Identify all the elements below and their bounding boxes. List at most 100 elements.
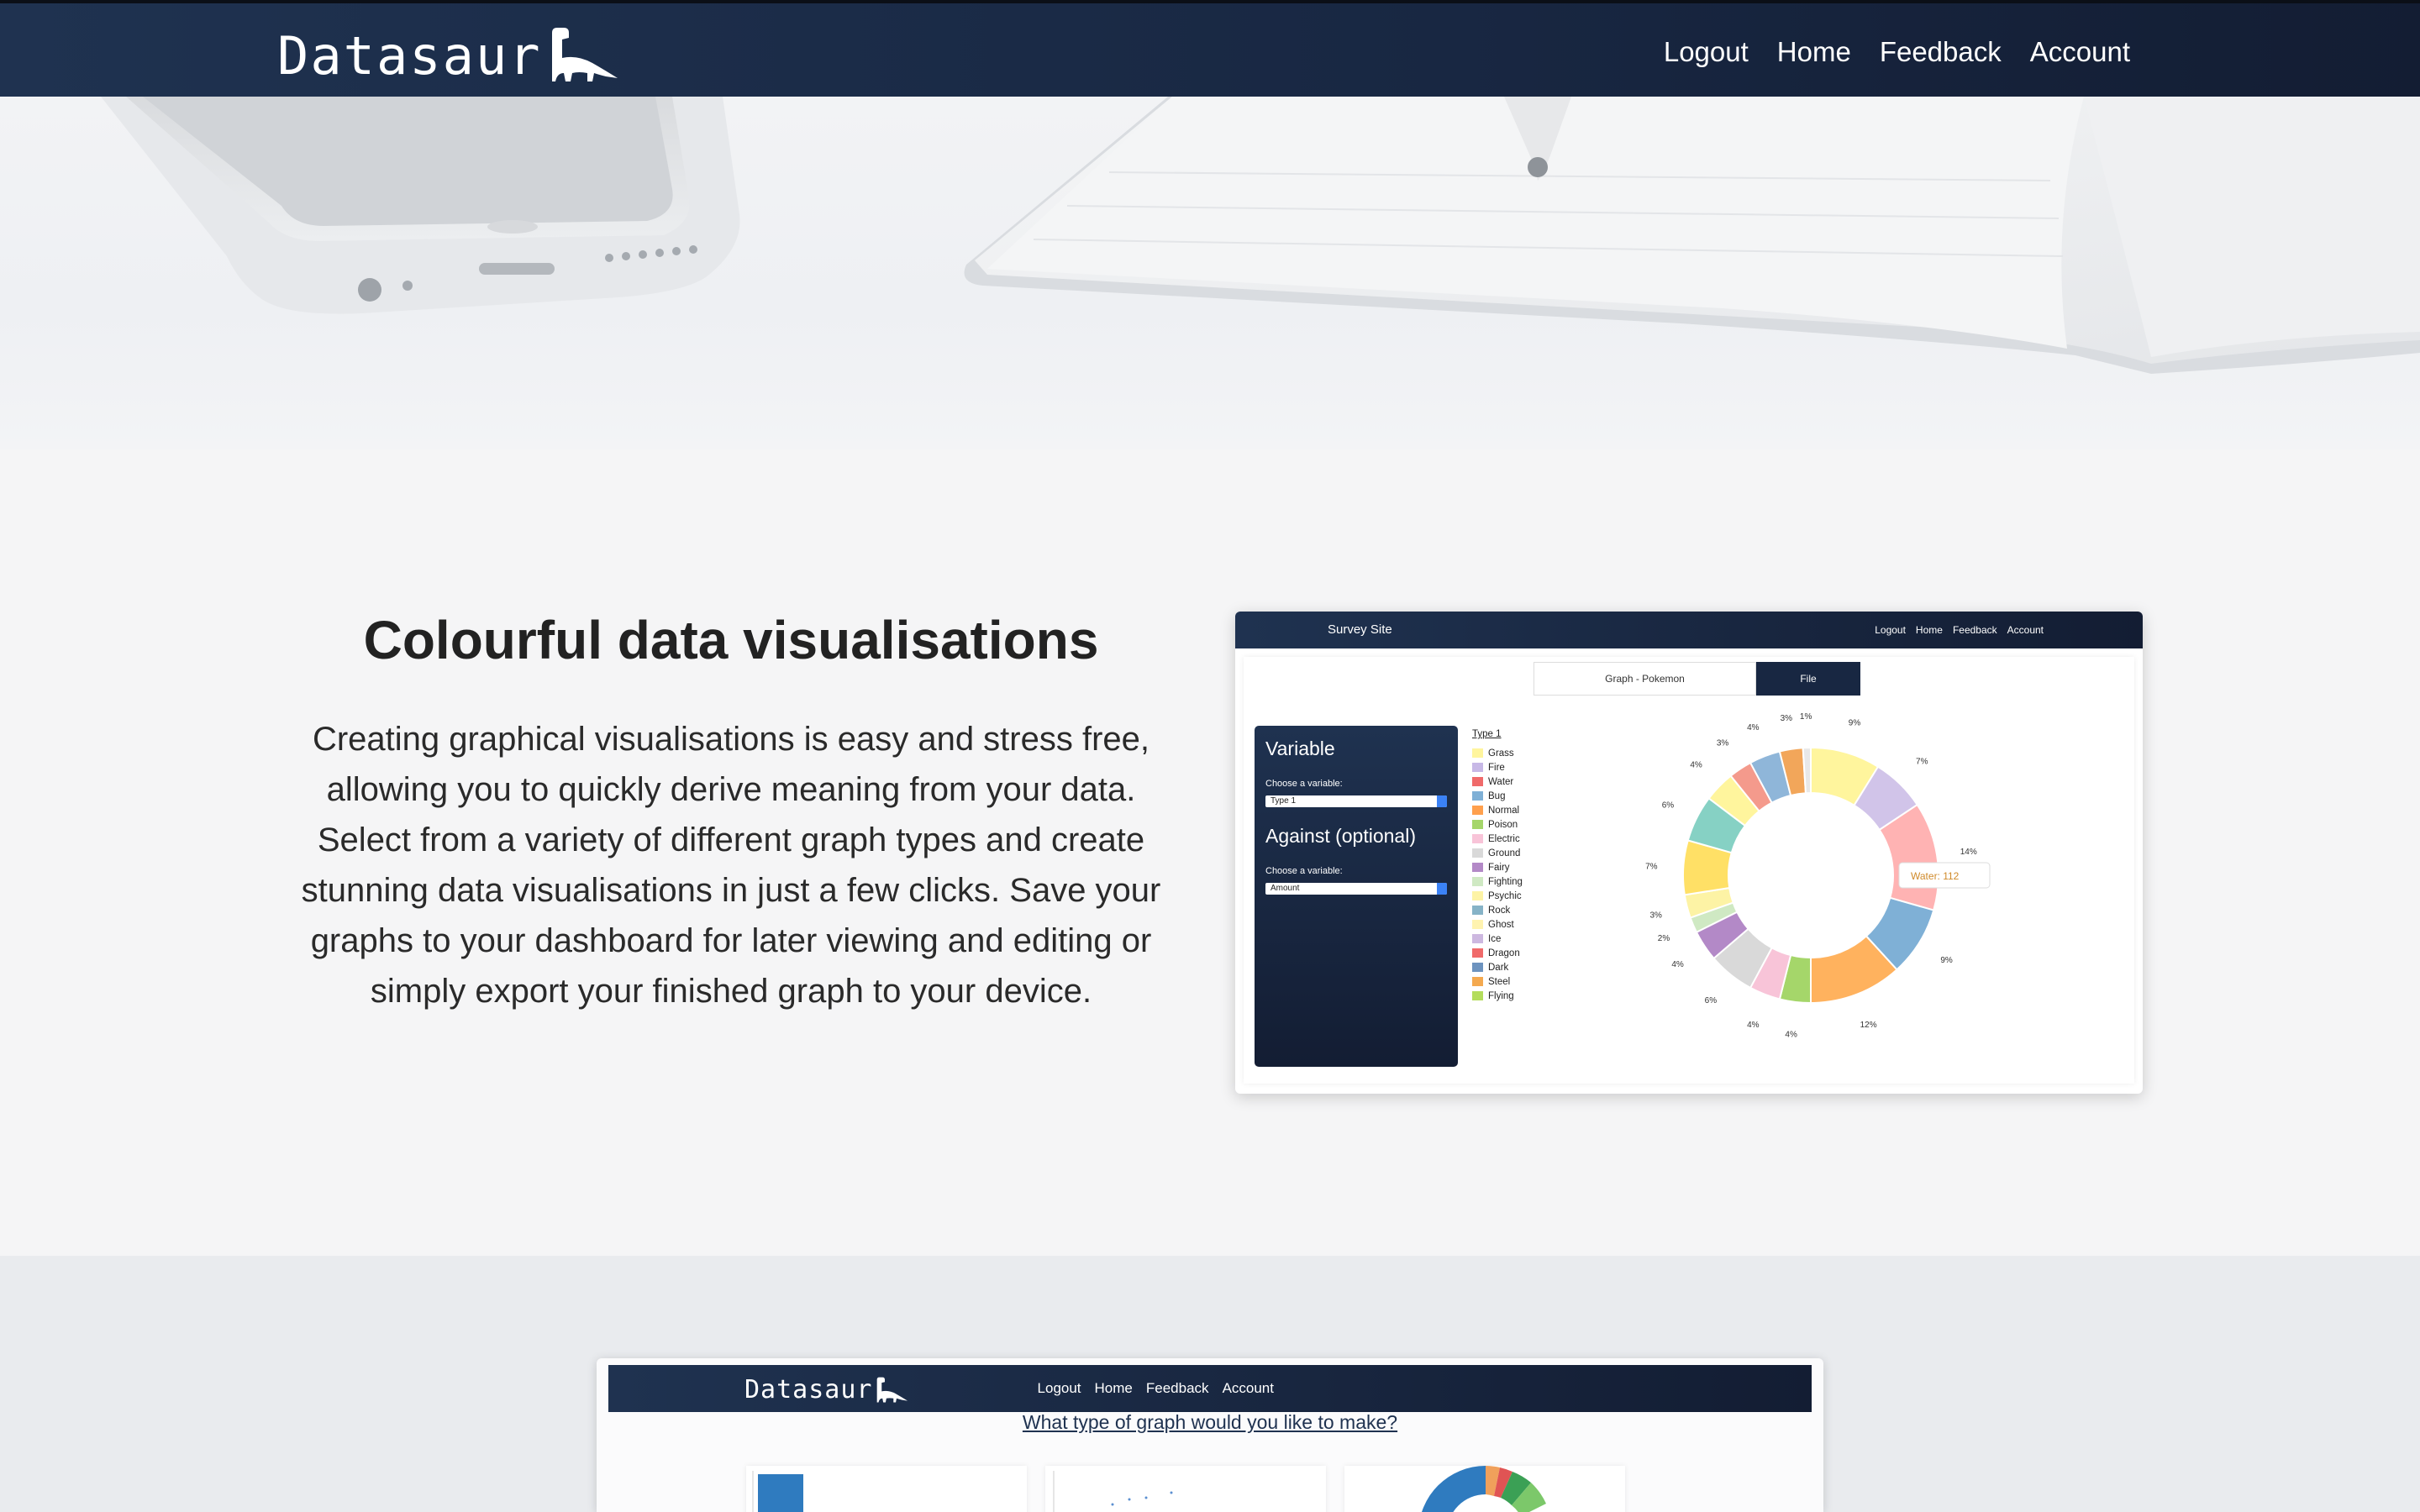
preview2-nav-links: Logout Home Feedback Account [1038, 1380, 1274, 1397]
preview-choose-label-2: Choose a variable: [1265, 866, 1343, 876]
legend-label: Bug [1488, 790, 1506, 801]
chart-tooltip: Water: 112 [1898, 862, 1991, 889]
legend-item: Ground [1472, 846, 1523, 860]
legend-item: Fairy [1472, 860, 1523, 874]
preview-navbar: Survey Site Logout Home Feedback Account [1235, 612, 2143, 648]
legend-swatch [1472, 963, 1483, 972]
legend-item: Dragon [1472, 946, 1523, 960]
dinosaur-icon [551, 28, 618, 81]
nav-feedback-link[interactable]: Feedback [1880, 36, 2002, 68]
legend-swatch [1472, 848, 1483, 858]
slice-percent-label: 3% [1781, 714, 1793, 723]
slice-percent-label: 12% [1860, 1021, 1877, 1030]
preview2-navbar: Datasaur Logout Home Feedback Account [608, 1365, 1812, 1412]
legend-label: Flying [1488, 990, 1514, 1001]
legend-swatch [1472, 834, 1483, 843]
legend-label: Ghost [1488, 919, 1514, 930]
preview2-logo: Datasaur [744, 1375, 908, 1404]
preview2-nav-home: Home [1094, 1380, 1133, 1396]
legend-swatch [1472, 820, 1483, 829]
legend-item: Rock [1472, 903, 1523, 917]
preview-content: Graph - Pokemon File Variable Choose a v… [1244, 657, 2134, 1084]
legend-label: Electric [1488, 833, 1520, 844]
legend-item: Flying [1472, 989, 1523, 1003]
feature-description: Creating graphical visualisations is eas… [301, 721, 1161, 1010]
slice-percent-label: 1% [1800, 712, 1812, 722]
hero-banner [0, 97, 2420, 449]
legend-item: Poison [1472, 817, 1523, 832]
legend-item: Electric [1472, 832, 1523, 846]
legend-item: Ice [1472, 932, 1523, 946]
slice-percent-label: 4% [1747, 723, 1760, 732]
graph-type-question: What type of graph would you like to mak… [1022, 1411, 1398, 1433]
legend-swatch [1472, 891, 1483, 900]
preview-choose-label: Choose a variable: [1265, 779, 1343, 789]
preview-against-heading: Against (optional) [1265, 825, 1416, 847]
slice-percent-label: 3% [1717, 739, 1729, 748]
feature-title: Colourful data visualisations [363, 610, 1099, 670]
legend-item: Steel [1472, 974, 1523, 989]
legend-item: Psychic [1472, 889, 1523, 903]
donut-chart-card [1344, 1466, 1625, 1512]
chart-legend: Type 1 Grass Fire Water Bug Normal Poison Elec… [1472, 729, 1523, 1003]
preview-tab-graph: Graph - Pokemon [1534, 662, 1756, 696]
legend-swatch [1472, 991, 1483, 1000]
preview2-nav-account: Account [1222, 1380, 1274, 1396]
legend-label: Water [1488, 776, 1514, 787]
legend-label: Grass [1488, 748, 1514, 759]
slice-percent-label: 6% [1705, 996, 1718, 1005]
legend-swatch [1472, 748, 1483, 758]
legend-swatch [1472, 791, 1483, 801]
preview2-nav-feedback: Feedback [1145, 1380, 1209, 1396]
preview-site-title: Survey Site [1328, 622, 1392, 637]
slice-percent-label: 7% [1645, 862, 1658, 871]
legend-label: Rock [1488, 905, 1511, 916]
brand-logo[interactable]: Datasaur [277, 22, 619, 89]
slice-percent-label: 4% [1785, 1031, 1797, 1040]
preview2-nav-logout: Logout [1037, 1380, 1081, 1396]
legend-swatch [1472, 920, 1483, 929]
preview-variable-select: Type 1 [1265, 795, 1447, 807]
preview-variable-value: Type 1 [1270, 796, 1297, 806]
preview-against-value: Amount [1270, 884, 1300, 893]
preview-nav-home: Home [1915, 624, 1943, 636]
legend-item: Normal [1472, 803, 1523, 817]
legend-label: Normal [1488, 805, 1520, 816]
legend-item: Dark [1472, 960, 1523, 974]
slice-percent-label: 3% [1650, 911, 1663, 920]
legend-swatch [1472, 777, 1483, 786]
legend-item: Grass [1472, 746, 1523, 760]
legend-label: Dragon [1488, 948, 1520, 958]
legend-swatch [1472, 906, 1483, 915]
preview-tab-file: File [1756, 662, 1860, 696]
tooltip-text: Water: 112 [1911, 870, 1960, 882]
legend-swatch [1472, 934, 1483, 943]
preview-nav-account: Account [2007, 624, 2044, 636]
slice-percent-label: 6% [1662, 801, 1675, 810]
chevron-down-icon [1437, 795, 1447, 807]
bar-chart-thumbnail [752, 1471, 803, 1512]
slice-percent-label: 9% [1940, 956, 1953, 965]
legend-item: Bug [1472, 789, 1523, 803]
nav-links: Logout Home Feedback Account [1664, 3, 2130, 100]
legend-label: Steel [1488, 976, 1511, 987]
legend-item: Ghost [1472, 917, 1523, 932]
navbar: Datasaur Logout Home Feedback Account [0, 0, 2420, 97]
slice-percent-label: 4% [1747, 1021, 1760, 1030]
slice-percent-label: 2% [1658, 934, 1670, 943]
legend-swatch [1472, 977, 1483, 986]
nav-home-link[interactable]: Home [1777, 36, 1851, 68]
legend-label: Ice [1488, 933, 1502, 944]
scatter-chart-thumbnail [1053, 1471, 1173, 1512]
legend-swatch [1472, 948, 1483, 958]
preview-against-select: Amount [1265, 883, 1447, 895]
preview-nav-feedback: Feedback [1952, 624, 1997, 636]
nav-logout-link[interactable]: Logout [1664, 36, 1749, 68]
legend-label: Ground [1488, 848, 1521, 858]
slice-percent-label: 4% [1671, 960, 1684, 969]
legend-swatch [1472, 863, 1483, 872]
legend-swatch [1472, 763, 1483, 772]
legend-swatch [1472, 877, 1483, 886]
nav-account-link[interactable]: Account [2030, 36, 2130, 68]
legend-label: Psychic [1488, 890, 1522, 901]
